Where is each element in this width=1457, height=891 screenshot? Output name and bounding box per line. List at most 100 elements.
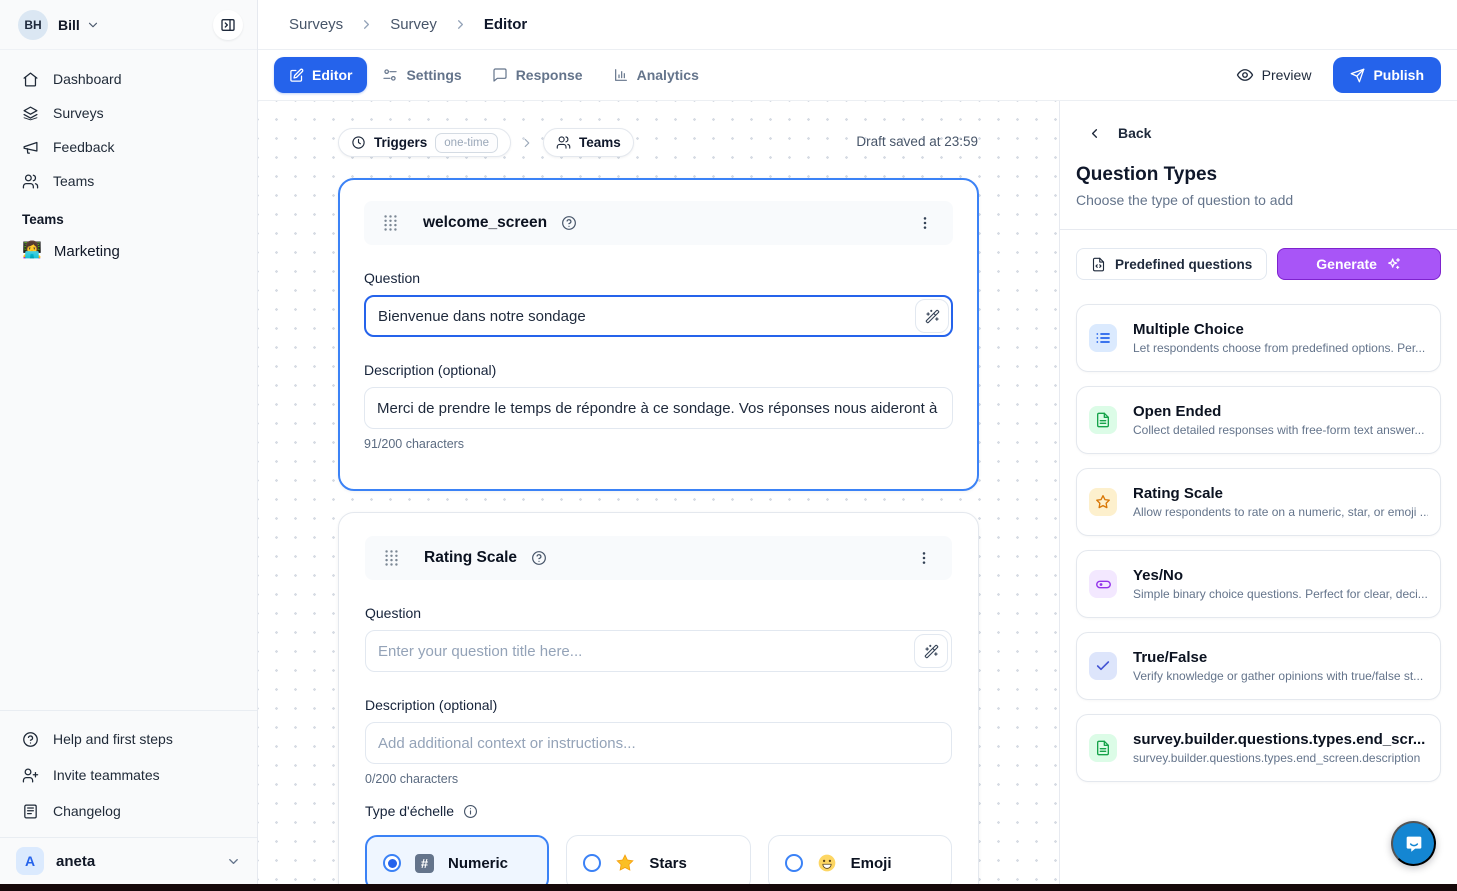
sidebar-item-help[interactable]: Help and first steps [0, 721, 257, 757]
question-type-list: Multiple Choice Let respondents choose f… [1076, 304, 1441, 782]
users-icon [556, 135, 571, 150]
user-avatar[interactable]: BH [18, 10, 48, 40]
question-card-header: Rating Scale [365, 536, 952, 580]
user-plus-icon [22, 767, 39, 784]
org-name: aneta [56, 853, 95, 870]
ai-rewrite-button[interactable] [915, 299, 949, 333]
teams-chip[interactable]: Teams [543, 128, 634, 157]
org-switcher[interactable]: A aneta [0, 838, 257, 884]
question-card-title: welcome_screen [423, 214, 547, 232]
tab-response[interactable]: Response [477, 57, 598, 93]
info-icon[interactable] [463, 804, 478, 819]
radio-unselected[interactable] [583, 854, 601, 872]
newspaper-icon [22, 803, 39, 820]
preview-label: Preview [1262, 67, 1312, 83]
scale-option-emoji[interactable]: Emoji [768, 835, 952, 891]
ai-rewrite-button[interactable] [914, 634, 948, 668]
sidebar-item-feedback[interactable]: Feedback [0, 130, 257, 164]
question-title-input[interactable] [365, 630, 952, 672]
user-name[interactable]: Bill [58, 17, 80, 33]
clock-icon [351, 135, 366, 150]
scale-option-stars[interactable]: Stars [566, 835, 750, 891]
help-circle-icon[interactable] [561, 215, 577, 231]
sidebar-item-dashboard[interactable]: Dashboard [0, 62, 257, 96]
sidebar-header: BH Bill [0, 0, 257, 50]
sidebar-collapse-button[interactable] [213, 10, 243, 40]
help-circle-icon[interactable] [531, 550, 547, 566]
tab-label: Editor [312, 67, 352, 83]
sparkles-icon [1386, 256, 1402, 272]
kebab-menu-icon[interactable] [913, 210, 937, 236]
help-circle-icon [22, 731, 39, 748]
chevron-down-icon[interactable] [86, 18, 100, 32]
sidebar-item-changelog[interactable]: Changelog [0, 793, 257, 829]
scale-option-label: Numeric [448, 855, 508, 872]
scale-type-label: Type d'échelle [365, 803, 454, 819]
back-button[interactable]: Back [1087, 125, 1441, 141]
question-description-input[interactable] [364, 387, 953, 429]
scale-option-numeric[interactable]: # Numeric [365, 835, 549, 891]
description-label: Description (optional) [365, 697, 952, 713]
check-icon [1089, 652, 1117, 680]
publish-label: Publish [1373, 67, 1424, 83]
back-label: Back [1118, 125, 1151, 141]
question-type-yes-no[interactable]: Yes/No Simple binary choice questions. P… [1076, 550, 1441, 618]
tab-editor[interactable]: Editor [274, 57, 367, 93]
tab-analytics[interactable]: Analytics [598, 57, 714, 93]
breadcrumb-survey[interactable]: Survey [390, 16, 437, 33]
question-type-title: Yes/No [1133, 567, 1428, 584]
question-type-title: True/False [1133, 649, 1423, 666]
question-type-description: Simple binary choice questions. Perfect … [1133, 587, 1428, 601]
question-type-true-false[interactable]: True/False Verify knowledge or gather op… [1076, 632, 1441, 700]
breadcrumb-surveys[interactable]: Surveys [289, 16, 343, 33]
question-label: Question [365, 605, 952, 621]
breadcrumb-editor: Editor [484, 16, 527, 33]
toggle-icon [1089, 570, 1117, 598]
file-code-icon [1091, 257, 1106, 272]
question-type-multiple-choice[interactable]: Multiple Choice Let respondents choose f… [1076, 304, 1441, 372]
question-card-welcome-screen[interactable]: welcome_screen Question Description (opt… [338, 178, 979, 491]
sidebar-item-invite[interactable]: Invite teammates [0, 757, 257, 793]
sidebar-item-teams[interactable]: Teams [0, 164, 257, 198]
description-label: Description (optional) [364, 362, 953, 378]
screen-bottom-strip [0, 884, 1457, 891]
sidebar-item-surveys[interactable]: Surveys [0, 96, 257, 130]
star-icon [1089, 488, 1117, 516]
file-text-icon [1089, 406, 1117, 434]
tab-settings[interactable]: Settings [367, 57, 476, 93]
triggers-chip[interactable]: Triggers one-time [338, 128, 511, 157]
preview-button[interactable]: Preview [1236, 66, 1312, 84]
sidebar-nav: Dashboard Surveys Feedback Teams [0, 62, 257, 198]
smiley-emoji-icon [817, 853, 837, 873]
panel-subtitle: Choose the type of question to add [1076, 192, 1441, 208]
pencil-square-icon [289, 68, 304, 83]
radio-selected[interactable] [383, 854, 401, 872]
predefined-questions-button[interactable]: Predefined questions [1076, 248, 1267, 280]
question-description-input[interactable] [365, 722, 952, 764]
question-type-end-screen[interactable]: survey.builder.questions.types.end_scr..… [1076, 714, 1441, 782]
kebab-menu-icon[interactable] [912, 545, 936, 571]
send-icon [1350, 68, 1365, 83]
drag-handle-icon[interactable] [380, 212, 401, 234]
predefined-questions-label: Predefined questions [1115, 257, 1252, 272]
drag-handle-icon[interactable] [381, 547, 402, 569]
panel-title: Question Types [1076, 164, 1441, 186]
org-avatar: A [16, 847, 44, 875]
hash-keycap-icon: # [415, 854, 434, 873]
sidebar-team-marketing[interactable]: 👩‍💻 Marketing [0, 233, 257, 269]
chat-support-button[interactable] [1391, 821, 1436, 866]
generate-button[interactable]: Generate [1277, 248, 1441, 280]
chevron-right-icon [520, 136, 534, 150]
sidebar-item-label: Feedback [53, 139, 114, 155]
question-type-open-ended[interactable]: Open Ended Collect detailed responses wi… [1076, 386, 1441, 454]
sidebar-item-label: Teams [53, 173, 94, 189]
sidebar-item-label: Help and first steps [53, 731, 173, 747]
question-type-description: Collect detailed responses with free-for… [1133, 423, 1424, 437]
sidebar-item-label: Dashboard [53, 71, 122, 87]
question-types-panel: Back Question Types Choose the type of q… [1059, 101, 1457, 891]
publish-button[interactable]: Publish [1333, 57, 1441, 93]
radio-unselected[interactable] [785, 854, 803, 872]
question-card-rating-scale[interactable]: Rating Scale Question Description (optio… [338, 512, 979, 891]
question-title-input[interactable] [364, 295, 953, 337]
question-type-rating-scale[interactable]: Rating Scale Allow respondents to rate o… [1076, 468, 1441, 536]
